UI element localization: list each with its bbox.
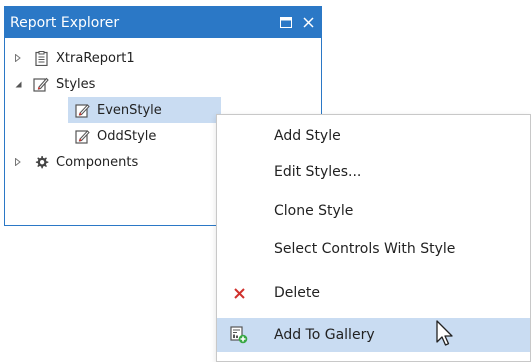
expander-collapsed-icon[interactable] (13, 53, 23, 63)
panel-title: Report Explorer (10, 14, 120, 31)
panel-header: Report Explorer (5, 7, 321, 38)
context-menu: Add Style Edit Styles... Clone Style Sel… (216, 114, 531, 362)
tree-item-label: EvenStyle (97, 102, 162, 118)
tree-item-evenstyle[interactable]: EvenStyle (68, 97, 221, 123)
tree-item-styles[interactable]: Styles (13, 71, 95, 97)
menu-item-clone-style[interactable]: Clone Style (217, 194, 530, 228)
menu-item-edit-styles[interactable]: Edit Styles... (217, 155, 530, 189)
menu-item-label: Add To Gallery (274, 327, 375, 343)
tree-item-components[interactable]: Components (13, 149, 138, 175)
style-icon (74, 128, 90, 144)
menu-item-delete[interactable]: Delete (217, 276, 530, 310)
tree-item-xtrareport1[interactable]: XtraReport1 (13, 45, 135, 71)
tree-item-label: Components (56, 154, 139, 170)
expander-collapsed-icon[interactable] (13, 157, 23, 167)
menu-item-label: Delete (274, 285, 320, 301)
menu-item-label: Clone Style (274, 203, 354, 219)
tree-item-label: XtraReport1 (56, 50, 135, 66)
close-icon[interactable] (299, 14, 317, 32)
styles-icon (33, 76, 49, 92)
expander-expanded-icon[interactable] (13, 79, 23, 89)
gear-icon (33, 154, 49, 170)
tree-item-label: OddStyle (97, 128, 157, 144)
tree-item-oddstyle[interactable]: OddStyle (74, 123, 156, 149)
delete-icon (229, 283, 249, 303)
menu-item-label: Select Controls With Style (274, 241, 456, 257)
add-to-gallery-icon (229, 325, 249, 345)
stage: Report Explorer XtraReport1 Styles EvenS… (0, 0, 531, 362)
report-icon (33, 50, 49, 66)
menu-item-add-to-gallery[interactable]: Add To Gallery (217, 318, 530, 352)
mouse-pointer-icon (436, 320, 453, 346)
menu-item-add-style[interactable]: Add Style (217, 119, 530, 153)
tree-item-label: Styles (56, 76, 96, 92)
menu-item-select-controls-with-style[interactable]: Select Controls With Style (217, 232, 530, 266)
menu-item-label: Edit Styles... (274, 164, 362, 180)
style-icon (74, 102, 90, 118)
menu-item-label: Add Style (274, 128, 341, 144)
maximize-icon[interactable] (277, 14, 295, 32)
